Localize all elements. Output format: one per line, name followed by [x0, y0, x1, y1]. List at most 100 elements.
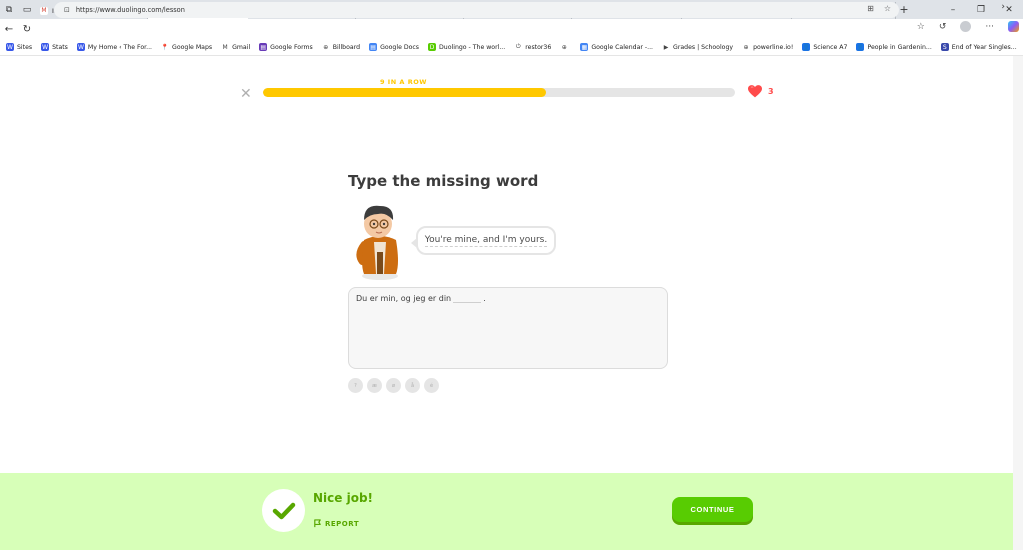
bookmark-label: Google Docs — [380, 43, 420, 51]
close-lesson-icon[interactable]: ✕ — [240, 86, 252, 102]
bookmark-favicon-icon: S — [940, 43, 949, 51]
favorites-icon[interactable]: ☆ — [917, 22, 925, 32]
lesson-progress-fill — [263, 88, 547, 97]
bookmark-favicon-icon: W — [41, 43, 50, 51]
bookmark-label: Science A7 — [813, 43, 848, 51]
special-character-button[interactable]: ø — [386, 378, 401, 393]
speech-bubble: You're mine, and I'm yours. — [411, 226, 556, 255]
bookmark-label: Grades | Schoology — [673, 43, 734, 51]
bookmark-favicon-icon: ▤ — [369, 43, 378, 51]
sentence-to-translate[interactable]: You're mine, and I'm yours. — [424, 235, 548, 247]
toolbar-right: ☆ ↺ ··· — [917, 21, 1019, 32]
checkmark-icon — [272, 502, 295, 519]
special-character-button[interactable]: ? — [348, 378, 363, 393]
feedback-footer: Nice job! REPORT CONTINUE — [0, 473, 1013, 550]
bookmark-label: restor36 — [525, 43, 552, 51]
bookmark-favicon-icon: D — [428, 43, 437, 51]
lesson-progress-bar — [263, 88, 735, 97]
bookmark-item[interactable]: 👤 Science A7 — [802, 43, 847, 51]
answer-prefix: Du er min, og jeg er din — [356, 294, 452, 303]
bookmark-favicon-icon: M — [221, 43, 230, 51]
special-characters-row: ? æ ø å é — [348, 378, 439, 393]
profile-avatar[interactable] — [960, 21, 972, 32]
bookmark-label: powerline.io! — [753, 43, 794, 51]
bookmarks-overflow-icon[interactable]: › — [1001, 2, 1005, 12]
window-controls: – ❐ ✕ — [939, 0, 1023, 19]
bookmark-label: My Home ‹ The For... — [87, 43, 153, 51]
bookmarks-bar: W Sites W Stats W My Home ‹ The For... 📍 Google… — [0, 39, 1023, 56]
bookmark-item[interactable]: ⊕ Billboard — [321, 43, 361, 51]
bookmark-item[interactable]: ⊕ — [560, 43, 571, 51]
bookmark-label: Gmail — [232, 43, 251, 51]
bookmark-favicon-icon: ⊕ — [560, 43, 569, 51]
page-scrollbar[interactable] — [1013, 56, 1023, 550]
bookmark-favicon-icon: 👤 — [802, 43, 811, 51]
bookmark-item[interactable]: ▤ Google Forms — [259, 43, 313, 51]
oscar-character-illustration — [356, 205, 398, 280]
bookmark-item[interactable]: M Gmail — [221, 43, 250, 51]
reader-mode-icon[interactable]: ⊞ — [867, 4, 874, 13]
continue-button[interactable]: CONTINUE — [672, 497, 753, 522]
answer-suffix: . — [483, 294, 486, 303]
bookmark-label: Billboard — [332, 43, 361, 51]
favorite-star-icon[interactable]: ☆ — [884, 4, 891, 13]
bookmark-label: Google Forms — [270, 43, 313, 51]
bookmark-item[interactable]: ⏻ restor36 — [514, 43, 551, 51]
back-icon[interactable]: ← — [0, 24, 18, 35]
bookmark-label: Google Maps — [172, 43, 213, 51]
bookmark-favicon-icon: W — [76, 43, 85, 51]
bookmark-label: Google Calendar -... — [591, 43, 654, 51]
bookmark-item[interactable]: ⊕ powerline.io! — [742, 43, 793, 51]
streak-label: 9 IN A ROW — [380, 78, 427, 86]
copilot-icon[interactable] — [1008, 21, 1019, 32]
special-character-button[interactable]: é — [424, 378, 439, 393]
special-character-button[interactable]: æ — [367, 378, 382, 393]
close-window-icon[interactable]: ✕ — [995, 5, 1023, 15]
flag-icon — [314, 519, 321, 528]
address-bar[interactable]: ⊡ https://www.duolingo.com/lesson ⊞ ☆ — [54, 2, 899, 18]
bookmark-item[interactable]: ▦ Google Calendar -... — [580, 43, 653, 51]
bookmark-item[interactable]: 👤 People in Gardenin... — [856, 43, 932, 51]
bookmark-label: End of Year Singles... — [951, 43, 1017, 51]
browser-toolbar: ← ↻ — [0, 19, 1023, 39]
bookmark-favicon-icon: ⊕ — [742, 43, 751, 51]
bookmark-item[interactable]: D Duolingo - The worl... — [428, 43, 505, 51]
workspaces-icon[interactable]: ⧉ — [0, 0, 18, 19]
answer-area[interactable]: Du er min, og jeg er din. — [348, 287, 668, 369]
special-character-button[interactable]: å — [405, 378, 420, 393]
missing-word-input[interactable] — [453, 294, 482, 303]
report-button[interactable]: REPORT — [313, 519, 359, 528]
site-info-icon[interactable]: ⊡ — [64, 6, 70, 14]
history-icon[interactable]: ↺ — [939, 22, 947, 32]
bookmark-label: People in Gardenin... — [867, 43, 932, 51]
bookmark-item[interactable]: 📍 Google Maps — [161, 43, 212, 51]
minimize-icon[interactable]: – — [939, 5, 967, 15]
bookmark-item[interactable]: ▤ Google Docs — [369, 43, 419, 51]
bookmark-favicon-icon: ⊕ — [321, 43, 330, 51]
url-text: https://www.duolingo.com/lesson — [75, 6, 185, 14]
more-menu-icon[interactable]: ··· — [985, 22, 994, 32]
refresh-icon[interactable]: ↻ — [18, 24, 36, 35]
restore-icon[interactable]: ❐ — [967, 5, 995, 15]
tab-actions-icon[interactable]: ▭ — [18, 0, 36, 19]
bookmark-favicon-icon: W — [6, 43, 14, 51]
bookmark-item[interactable]: W My Home ‹ The For... — [76, 43, 153, 51]
bookmark-label: Duolingo - The worl... — [439, 43, 506, 51]
report-label: REPORT — [325, 519, 360, 528]
bookmark-favicon-icon: ⏻ — [514, 43, 523, 51]
bookmark-item[interactable]: W Sites — [6, 43, 32, 51]
bookmark-favicon-icon: ▦ — [580, 43, 589, 51]
hearts-count: 3 — [768, 87, 774, 96]
bookmark-favicon-icon: ▶ — [662, 43, 671, 51]
bookmark-item[interactable]: ▶ Grades | Schoology — [662, 43, 733, 51]
heart-icon — [748, 85, 762, 98]
correct-badge — [262, 489, 305, 532]
hearts-indicator[interactable]: 3 — [748, 85, 774, 98]
bookmark-favicon-icon: ▤ — [259, 43, 268, 51]
challenge-prompt: Type the missing word — [348, 172, 539, 190]
bookmark-item[interactable]: S End of Year Singles... — [940, 43, 1017, 51]
feedback-title: Nice job! — [313, 491, 374, 505]
bookmark-label: Sites — [17, 43, 33, 51]
bookmark-favicon-icon: 👤 — [856, 43, 865, 51]
bookmark-item[interactable]: W Stats — [41, 43, 68, 51]
